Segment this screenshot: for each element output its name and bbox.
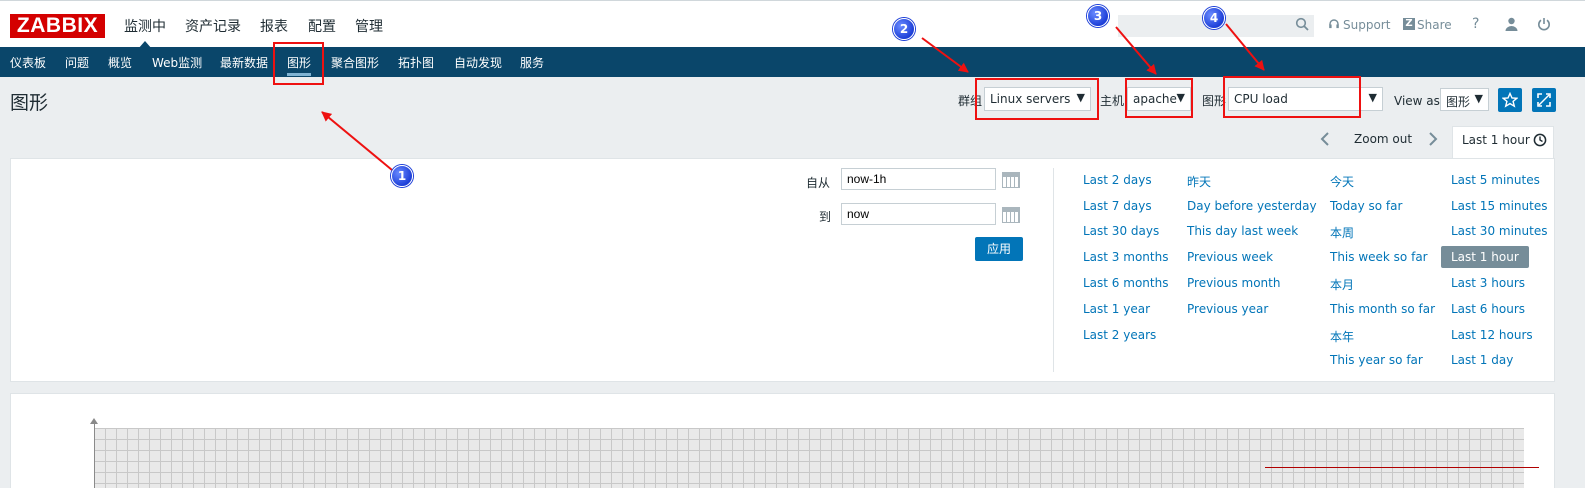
arrow-2 xyxy=(921,37,969,73)
annotation-badge-1: 1 xyxy=(391,165,413,187)
annotation-badge-2: 2 xyxy=(893,18,915,40)
annotation-arrows xyxy=(321,23,1265,171)
arrow-3 xyxy=(1115,26,1157,75)
annotation-badge-4: 4 xyxy=(1203,7,1225,29)
arrow-4 xyxy=(1225,23,1265,71)
annotation-badge-3: 3 xyxy=(1087,5,1109,27)
arrow-1 xyxy=(321,111,393,171)
